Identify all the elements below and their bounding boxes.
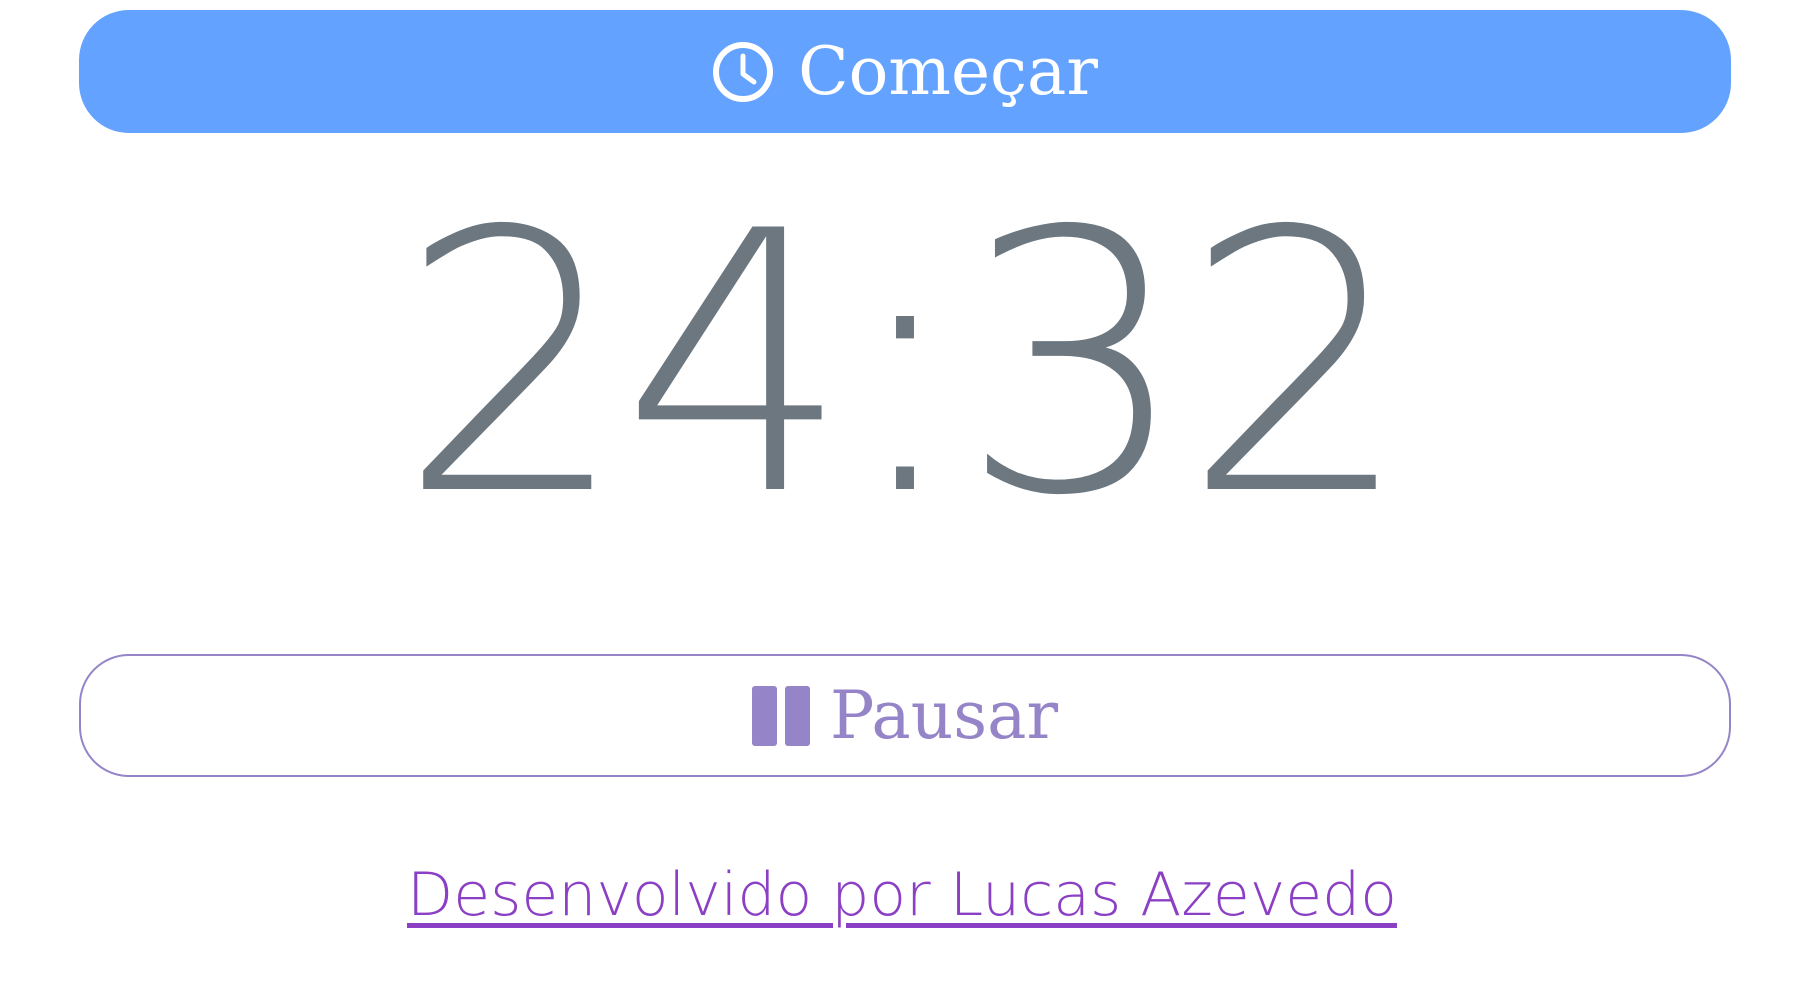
start-button[interactable]: Começar <box>79 10 1731 133</box>
developer-credit-link[interactable]: Desenvolvido por Lucas Azevedo <box>407 860 1397 930</box>
pause-icon-bar-left <box>751 685 777 746</box>
clock-icon <box>712 41 774 103</box>
timer-display: 24:32 <box>398 155 1411 574</box>
pause-icon-bar-right <box>784 685 810 746</box>
pomodoro-page: Começar 24:32 Pausar Desenvolvido por Lu… <box>0 0 1804 991</box>
start-button-label: Começar <box>798 33 1098 110</box>
pause-button-label: Pausar <box>829 677 1059 754</box>
pause-button[interactable]: Pausar <box>79 654 1731 777</box>
pause-icon <box>751 685 810 746</box>
footer-credit: Desenvolvido por Lucas Azevedo <box>0 855 1804 935</box>
